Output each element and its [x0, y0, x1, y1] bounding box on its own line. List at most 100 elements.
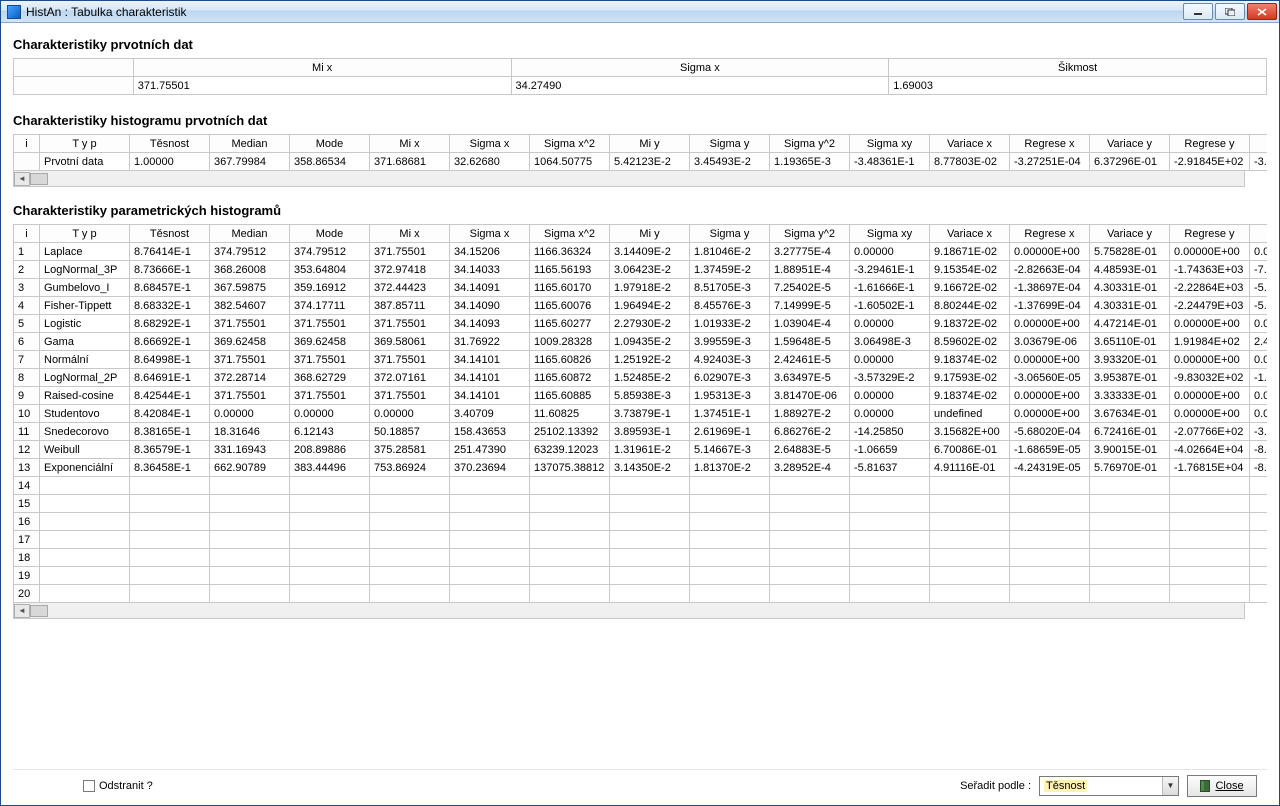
cell-value: 9.18671E-02 — [930, 243, 1010, 261]
cell-value: 1165.60872 — [530, 369, 610, 387]
param-hscroll[interactable]: ◄ — [13, 603, 1245, 619]
col-header[interactable]: Variace x — [930, 135, 1010, 153]
cell-value — [370, 549, 450, 567]
minimize-button[interactable] — [1183, 3, 1213, 20]
col-header[interactable]: Mi x — [370, 225, 450, 243]
cell-value — [1170, 477, 1250, 495]
cell-value — [770, 513, 850, 531]
table-row: 2LogNormal_3P8.73666E-1368.26008353.6480… — [14, 261, 1268, 279]
scroll-thumb[interactable] — [30, 173, 48, 185]
col-header[interactable]: Variace y — [1090, 135, 1170, 153]
col-header[interactable]: Korelace — [1250, 135, 1268, 153]
cell-value: 353.64804 — [290, 261, 370, 279]
col-header[interactable]: Těsnost — [130, 135, 210, 153]
cell-value: 371.75501 — [370, 315, 450, 333]
col-header[interactable]: Těsnost — [130, 225, 210, 243]
scroll-left-icon[interactable]: ◄ — [14, 604, 30, 618]
cell-value: 8.68292E-1 — [130, 315, 210, 333]
cell-value: 367.79984 — [210, 153, 290, 171]
cell-value — [930, 549, 1010, 567]
col-header[interactable]: Sigma y — [690, 225, 770, 243]
maximize-button[interactable] — [1215, 3, 1245, 20]
cell-value: 1.95313E-3 — [690, 387, 770, 405]
cell-value — [770, 531, 850, 549]
scroll-thumb[interactable] — [30, 605, 48, 617]
cell-value: 4.92403E-3 — [690, 351, 770, 369]
col-header[interactable]: Mi y — [610, 225, 690, 243]
cell-value: 8.51705E-3 — [690, 279, 770, 297]
cell-value: 8.66692E-1 — [130, 333, 210, 351]
cell-typ — [40, 477, 130, 495]
cell-value: 371.75501 — [290, 387, 370, 405]
col-header[interactable]: Mode — [290, 225, 370, 243]
cell-value: 372.07161 — [370, 369, 450, 387]
col-header[interactable]: Mode — [290, 135, 370, 153]
cell-value — [370, 567, 450, 585]
scroll-left-icon[interactable]: ◄ — [14, 172, 30, 186]
cell-value: 371.75501 — [290, 315, 370, 333]
col-header[interactable]: Variace y — [1090, 225, 1170, 243]
table-row: 18 — [14, 549, 1268, 567]
col-header[interactable]: Regrese y — [1170, 135, 1250, 153]
cell-value: 3.65110E-01 — [1090, 333, 1170, 351]
col-header[interactable]: Sigma x — [450, 225, 530, 243]
section3-title: Charakteristiky parametrických histogram… — [13, 203, 1267, 218]
cell-value — [1090, 567, 1170, 585]
close-button[interactable]: Close — [1187, 775, 1257, 797]
col-header[interactable]: Regrese x — [1010, 225, 1090, 243]
col-header[interactable]: i — [14, 135, 40, 153]
cell-value: 3.90015E-01 — [1090, 441, 1170, 459]
sort-value: Těsnost — [1044, 780, 1087, 792]
cell-value: 1.01933E-2 — [690, 315, 770, 333]
cell-value: 0.00000E+00 — [1250, 351, 1268, 369]
titlebar[interactable]: HistAn : Tabulka charakteristik — [1, 1, 1279, 23]
cell-value — [450, 585, 530, 603]
col-header[interactable]: Regrese x — [1010, 135, 1090, 153]
col-header[interactable]: T y p — [40, 135, 130, 153]
cell-value — [1250, 531, 1268, 549]
cell-typ: Studentovo — [40, 405, 130, 423]
col-header[interactable]: Sigma x — [450, 135, 530, 153]
remove-checkbox[interactable]: Odstranit ? — [83, 780, 153, 792]
col-header[interactable]: Mi x — [370, 135, 450, 153]
cell-value: -2.22864E+03 — [1170, 279, 1250, 297]
cell-value: 2.27930E-2 — [610, 315, 690, 333]
cell-value — [850, 513, 930, 531]
param-table-wrap: iT y pTěsnostMedianModeMi xSigma xSigma … — [13, 224, 1267, 769]
cell-value: 34.15206 — [450, 243, 530, 261]
col-header[interactable]: T y p — [40, 225, 130, 243]
close-window-button[interactable] — [1247, 3, 1277, 20]
col-header[interactable]: Sigma x^2 — [530, 225, 610, 243]
cell-value — [530, 549, 610, 567]
cell-typ: Gumbelovo_I — [40, 279, 130, 297]
col-header[interactable]: Sigma xy — [850, 135, 930, 153]
cell-value — [610, 567, 690, 585]
cell-value: 8.68457E-1 — [130, 279, 210, 297]
hist-hscroll[interactable]: ◄ — [13, 171, 1245, 187]
col-header[interactable]: Variace x — [930, 225, 1010, 243]
col-header[interactable]: Sigma xy — [850, 225, 930, 243]
cell-i: 7 — [14, 351, 40, 369]
cell-value: 31.76922 — [450, 333, 530, 351]
col-header[interactable]: Korelace — [1250, 225, 1268, 243]
cell-value: 0.00000E+00 — [1170, 315, 1250, 333]
col-header[interactable]: Sigma y^2 — [770, 225, 850, 243]
cell-value: 1.37459E-2 — [690, 261, 770, 279]
col-header[interactable]: i — [14, 225, 40, 243]
cell-value: 1165.60170 — [530, 279, 610, 297]
col-header[interactable]: Median — [210, 225, 290, 243]
cell-value: -3.06560E-05 — [1010, 369, 1090, 387]
col-header[interactable]: Regrese y — [1170, 225, 1250, 243]
cell-value: 8.36458E-1 — [130, 459, 210, 477]
cell-value: 8.80244E-02 — [930, 297, 1010, 315]
col-header[interactable]: Sigma y^2 — [770, 135, 850, 153]
cell-value: 6.72416E-01 — [1090, 423, 1170, 441]
col-header[interactable]: Mi y — [610, 135, 690, 153]
sort-select[interactable]: Těsnost ▼ — [1039, 776, 1179, 796]
cell-value: 371.75501 — [210, 387, 290, 405]
cell-i: 13 — [14, 459, 40, 477]
col-header-sikmost: Šikmost — [889, 59, 1267, 77]
col-header[interactable]: Sigma y — [690, 135, 770, 153]
col-header[interactable]: Sigma x^2 — [530, 135, 610, 153]
col-header[interactable]: Median — [210, 135, 290, 153]
